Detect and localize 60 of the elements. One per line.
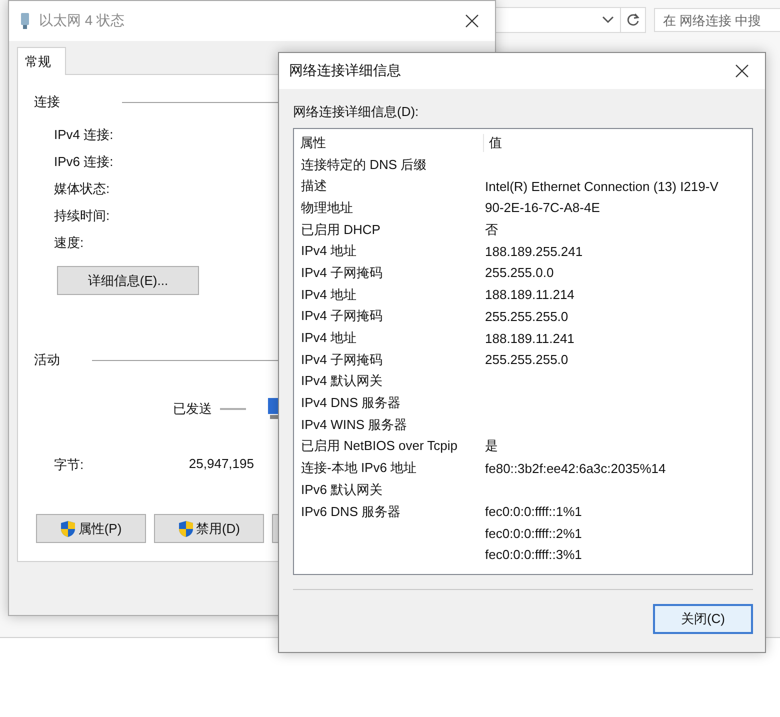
field-label: 媒体状态: (54, 180, 110, 198)
window-title: 以太网 4 状态 (39, 12, 126, 30)
property-cell-text: IPv4 WINS 服务器 (300, 416, 408, 434)
chevron-down-icon (602, 16, 614, 24)
dialog-button[interactable]: 禁用(D) (154, 514, 264, 543)
bytes-sent-value: 25,947,195 (188, 456, 254, 473)
section-heading: 连接 (34, 93, 60, 111)
section-heading: 活动 (34, 351, 60, 369)
value-cell-text: fec0:0:0:ffff::3%1 (484, 547, 583, 562)
value-cell-text: 188.189.11.214 (484, 287, 576, 302)
value-cell-text: 90-2E-16-7C-A8-4E (484, 200, 601, 216)
property-cell-text: IPv4 子网掩码 (300, 307, 384, 326)
value-cell-text: 255.255.255.0 (484, 308, 570, 324)
value-cell-text: 255.255.0.0 (484, 265, 555, 280)
shield-icon (178, 520, 194, 538)
field-label: 持续时间: (54, 206, 110, 224)
list-label: 网络连接详细信息(D): (293, 103, 420, 121)
value-cell-text: 是 (484, 437, 499, 456)
property-cell-text: 连接特定的 DNS 后缀 (300, 156, 428, 174)
property-cell-text: IPv4 DNS 服务器 (300, 394, 402, 412)
property-cell-text: 物理地址 (300, 198, 354, 217)
field-label: IPv4 连接: (54, 126, 114, 144)
column-header[interactable]: 属性 (300, 134, 484, 152)
value-cell-text: 否 (484, 220, 499, 239)
property-cell-text: 已启用 NetBIOS over Tcpip (300, 437, 459, 456)
property-cell-text: 连接-本地 IPv6 地址 (300, 459, 418, 478)
field-label: 速度: (54, 234, 84, 252)
value-cell-text: 255.255.255.0 (484, 352, 570, 368)
close-button[interactable]: 关闭(C) (653, 604, 753, 634)
field-label: IPv6 连接: (54, 152, 114, 170)
window-title: 网络连接详细信息 (289, 62, 402, 80)
property-cell-text: IPv4 地址 (300, 329, 358, 348)
shield-icon (60, 520, 76, 538)
property-cell-text: IPv6 DNS 服务器 (300, 502, 402, 521)
dialog-button[interactable]: 属性(P) (36, 514, 146, 543)
details-button[interactable]: 详细信息(E)... (57, 266, 199, 295)
search-field[interactable]: 在 网络连接 中搜 (654, 8, 780, 32)
value-cell-text: fec0:0:0:ffff::2%1 (484, 526, 583, 541)
close-icon[interactable] (465, 14, 479, 28)
property-cell-text: IPv4 默认网关 (300, 372, 384, 390)
tab[interactable]: 常规 (17, 47, 66, 75)
value-cell-text: fe80::3b2f:ee42:6a3c:2035%14 (484, 460, 667, 476)
refresh-button[interactable] (620, 7, 646, 33)
value-cell-text: Intel(R) Ethernet Connection (13) I219-V (484, 178, 720, 194)
value-cell-text: fec0:0:0:ffff::1%1 (484, 504, 583, 520)
property-cell-text: IPv4 地址 (300, 286, 358, 304)
value-cell-text: 188.189.11.241 (484, 330, 576, 346)
sent-label: 已发送 (173, 400, 212, 418)
property-cell-text: IPv4 地址 (300, 242, 358, 260)
bytes-label: 字节: (54, 456, 84, 474)
refresh-icon (626, 13, 640, 27)
value-cell-text: 188.189.255.241 (484, 244, 584, 259)
property-cell-text: 已启用 DHCP (300, 220, 382, 239)
property-cell-text: IPv4 子网掩码 (300, 350, 384, 369)
property-cell-text: IPv4 子网掩码 (300, 264, 384, 282)
ethernet-icon (19, 12, 31, 30)
column-header[interactable]: 值 (483, 134, 752, 152)
property-cell-text: 描述 (300, 177, 328, 196)
property-cell-text: IPv6 默认网关 (300, 480, 384, 499)
close-icon[interactable] (735, 64, 749, 78)
